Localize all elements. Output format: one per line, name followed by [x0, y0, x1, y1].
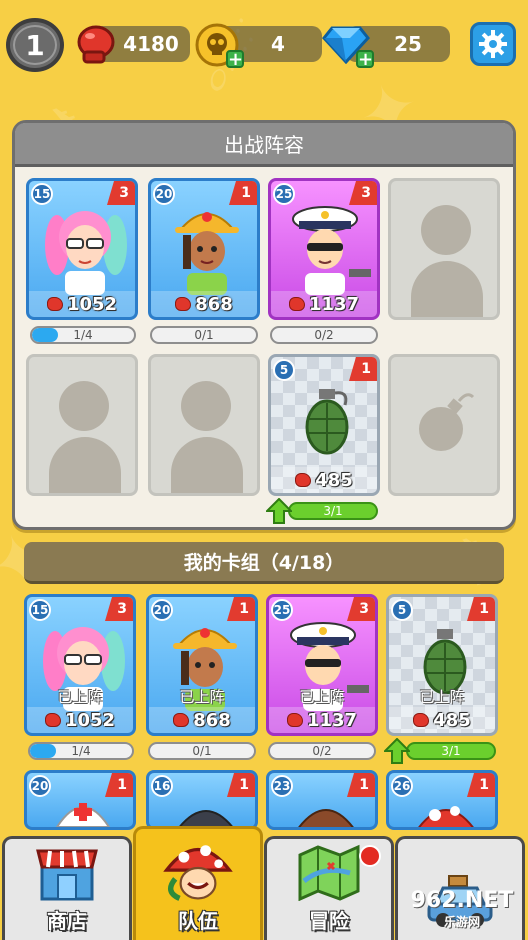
deck-card-2[interactable]: 20 1 已上阵 868 — [146, 594, 258, 736]
tab-adventure[interactable]: 冒险 — [264, 836, 394, 940]
progress-text: 1/4 — [73, 328, 93, 342]
card-power: 1137 — [269, 707, 375, 733]
deck-card-8[interactable]: 26 1 — [386, 770, 498, 830]
card-power: 1052 — [29, 291, 135, 317]
card-power: 1052 — [27, 707, 133, 733]
boxing-glove-icon — [413, 713, 430, 727]
boxing-glove-icon — [72, 22, 118, 68]
card-power-value: 485 — [433, 709, 471, 731]
shop-icon — [36, 849, 98, 901]
player-level-badge[interactable]: 1 — [6, 18, 64, 72]
lineup-card-1[interactable]: 15 3 1052 — [26, 178, 138, 320]
bomb-icon — [419, 393, 475, 451]
lineup-item-card-grenade[interactable]: 5 1 485 — [268, 354, 380, 496]
mushroom-hero-icon — [163, 845, 233, 901]
deployed-label: 已上阵 — [179, 688, 225, 706]
card-level: 16 — [151, 775, 173, 797]
card-power-value: 1137 — [306, 709, 358, 731]
mushroom-cap-portrait — [418, 806, 474, 827]
empty-hero-slot[interactable] — [388, 178, 500, 320]
card-power: 485 — [389, 707, 495, 733]
deck-card-2-progress: 0/1 — [148, 742, 256, 760]
deck-card-3[interactable]: 25 3 已上阵 1137 — [266, 594, 378, 736]
deck-card-3-progress: 0/2 — [268, 742, 376, 760]
watermark-logo: 962.NET 乐游网 — [400, 888, 524, 936]
card-power: 1137 — [271, 291, 377, 317]
nurse-cap-portrait — [55, 803, 111, 827]
upgrade-arrow-icon[interactable] — [266, 498, 292, 524]
tab-team[interactable]: 队伍 — [133, 826, 263, 940]
settings-button[interactable] — [470, 22, 516, 66]
lineup-card-1-progress: 1/4 — [30, 326, 136, 344]
deck-card-1[interactable]: 15 3 已上阵 1052 — [24, 594, 136, 736]
boxing-glove-icon — [46, 297, 63, 311]
skull-value: 4 — [271, 32, 285, 56]
tab-shop-label: 商店 — [47, 909, 87, 933]
lineup-card-2-progress: 0/1 — [150, 326, 258, 344]
lineup-card-3[interactable]: 25 3 1137 — [268, 178, 380, 320]
navy-captain-portrait — [292, 206, 371, 295]
card-power: 868 — [149, 707, 255, 733]
card-level: 23 — [271, 775, 293, 797]
card-power-value: 1137 — [308, 293, 360, 315]
progress-text: 0/2 — [314, 328, 334, 342]
watermark-sub: 乐游网 — [443, 915, 480, 929]
card-power-value: 868 — [193, 709, 231, 731]
gem-value: 25 — [394, 32, 422, 56]
watermark-brand: 962.NET — [410, 888, 514, 913]
pink-hair-girl-portrait — [45, 211, 127, 295]
boxing-glove-icon — [295, 473, 312, 487]
progress-text: 0/1 — [192, 744, 212, 758]
deployed-label: 已上阵 — [419, 688, 465, 706]
empty-hero-slot[interactable] — [26, 354, 138, 496]
tab-team-label: 队伍 — [178, 909, 218, 933]
progress-text: 0/2 — [312, 744, 332, 758]
deck-title: 我的卡组（4/18） — [24, 542, 504, 584]
progress-text: 3/1 — [323, 504, 343, 518]
add-gem-button[interactable]: + — [356, 50, 374, 69]
progress-text: 1/4 — [71, 744, 91, 758]
boxing-glove-icon — [44, 713, 61, 727]
boxing-glove-icon — [288, 297, 305, 311]
lineup-card-2[interactable]: 20 1 868 — [148, 178, 260, 320]
gear-icon — [479, 30, 507, 58]
empty-hero-slot[interactable] — [148, 354, 260, 496]
boxing-glove-icon — [175, 297, 192, 311]
card-level: 20 — [29, 775, 51, 797]
deck-item-card-grenade[interactable]: 5 1 已上阵 485 — [386, 594, 498, 736]
brown-hair-portrait — [298, 809, 354, 827]
helmet-portrait — [178, 810, 234, 827]
upgrade-arrow-icon[interactable] — [384, 738, 410, 764]
deck-item-progress: 3/1 — [406, 742, 496, 760]
boxing-glove-icon — [173, 713, 190, 727]
card-power-value: 868 — [195, 293, 233, 315]
tab-adventure-label: 冒险 — [309, 909, 349, 933]
deck-card-5[interactable]: 20 1 — [24, 770, 136, 830]
lineup-card-3-progress: 0/2 — [270, 326, 378, 344]
progress-text: 0/1 — [194, 328, 214, 342]
notification-dot — [359, 845, 381, 867]
progress-text: 3/1 — [441, 744, 461, 758]
card-power: 868 — [151, 291, 257, 317]
lineup-title: 出战阵容 — [15, 123, 513, 167]
card-power-value: 485 — [315, 469, 353, 491]
map-icon — [298, 844, 360, 901]
add-skull-button[interactable]: + — [226, 50, 244, 69]
deck-card-6[interactable]: 16 1 — [146, 770, 258, 830]
hard-hat-girl-portrait — [175, 212, 239, 295]
deck-card-7[interactable]: 23 1 — [266, 770, 378, 830]
boxing-glove-icon — [286, 713, 303, 727]
power-value: 4180 — [123, 32, 179, 56]
tab-shop[interactable]: 商店 — [2, 836, 132, 940]
card-power-value: 1052 — [66, 293, 118, 315]
deck-card-1-progress: 1/4 — [28, 742, 134, 760]
deployed-label: 已上阵 — [299, 688, 345, 706]
deployed-label: 已上阵 — [57, 688, 103, 706]
card-power-value: 1052 — [64, 709, 116, 731]
card-power: 485 — [271, 467, 377, 493]
grenade-icon — [305, 389, 349, 455]
empty-item-slot[interactable] — [388, 354, 500, 496]
card-level: 26 — [391, 775, 413, 797]
lineup-item-progress: 3/1 — [288, 502, 378, 520]
